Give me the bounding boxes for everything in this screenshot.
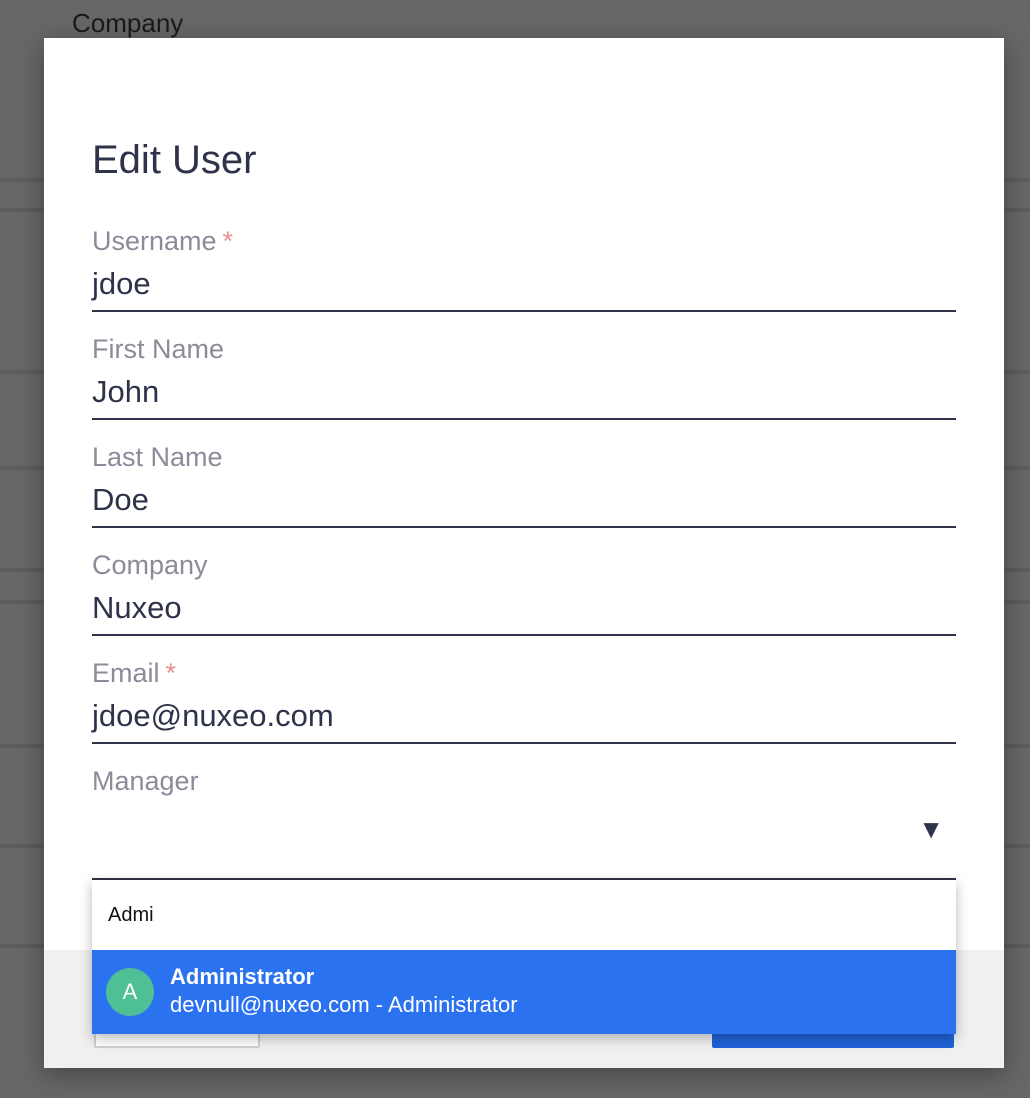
required-marker: *	[165, 658, 177, 688]
username-underline	[92, 310, 956, 312]
username-label: Username *	[92, 226, 234, 256]
email-input[interactable]: jdoe@nuxeo.com	[92, 698, 334, 734]
required-marker: *	[222, 226, 234, 256]
manager-option-administrator[interactable]: A Administrator devnull@nuxeo.com - Admi…	[92, 950, 956, 1034]
company-label: Company	[92, 550, 208, 580]
manager-label: Manager	[92, 766, 199, 796]
dropdown-arrow-icon[interactable]: ▼	[918, 814, 944, 845]
dialog-title: Edit User	[92, 138, 257, 182]
option-subtitle: devnull@nuxeo.com - Administrator	[170, 992, 518, 1017]
company-field[interactable]: Company Nuxeo	[92, 550, 956, 640]
background-column-header: Company	[72, 8, 184, 38]
email-underline	[92, 742, 956, 744]
first-name-field[interactable]: First Name John	[92, 334, 956, 424]
manager-search-input[interactable]	[92, 880, 956, 950]
last-name-field[interactable]: Last Name Doe	[92, 442, 956, 532]
manager-dropdown: A Administrator devnull@nuxeo.com - Admi…	[92, 880, 956, 1034]
last-name-label: Last Name	[92, 442, 223, 472]
company-input[interactable]: Nuxeo	[92, 590, 182, 626]
option-name: Administrator	[170, 964, 315, 989]
last-name-underline	[92, 526, 956, 528]
company-underline	[92, 634, 956, 636]
username-field[interactable]: Username * jdoe	[92, 226, 956, 316]
first-name-label: First Name	[92, 334, 225, 364]
username-input[interactable]: jdoe	[92, 266, 151, 302]
last-name-input[interactable]: Doe	[92, 482, 149, 518]
email-label: Email *	[92, 658, 177, 688]
first-name-underline	[92, 418, 956, 420]
first-name-input[interactable]: John	[92, 374, 159, 410]
avatar: A	[106, 968, 154, 1016]
manager-select[interactable]: Manager ▼	[92, 766, 956, 880]
email-field[interactable]: Email * jdoe@nuxeo.com	[92, 658, 956, 748]
